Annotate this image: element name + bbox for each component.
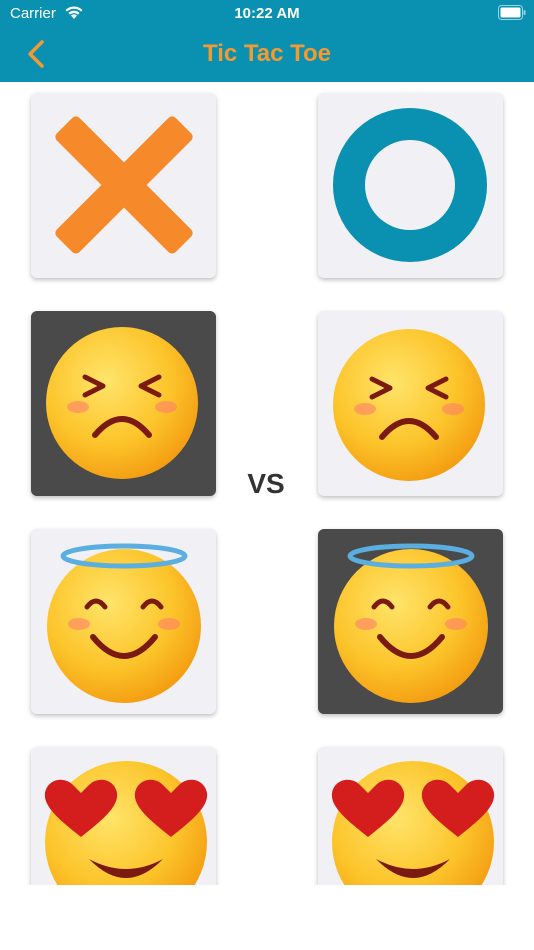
vs-label: VS — [247, 468, 285, 499]
player2-option-sad[interactable] — [318, 311, 503, 496]
angel-smile-emoji-icon — [47, 543, 201, 703]
status-bar: Carrier 10:22 AM — [0, 0, 534, 28]
choice-grid: VS — [0, 82, 534, 885]
heart-eyes-emoji-icon — [44, 761, 208, 885]
screen: Carrier 10:22 AM Tic Tac Toe VS — [0, 0, 534, 950]
player1-option-angel[interactable] — [31, 529, 216, 714]
player2-option-heart-eyes[interactable] — [318, 747, 503, 885]
heart-eyes-emoji-icon — [331, 761, 495, 885]
page-title: Tic Tac Toe — [202, 40, 332, 67]
nav-bar: Tic Tac Toe — [0, 30, 534, 80]
player1-option-sad[interactable] — [31, 311, 216, 496]
angel-smile-emoji-icon — [334, 543, 488, 703]
player1-option-heart-eyes[interactable] — [31, 747, 216, 885]
x-mark-icon — [55, 116, 193, 254]
o-mark-icon — [333, 108, 487, 262]
header: Carrier 10:22 AM Tic Tac Toe — [0, 0, 534, 82]
player2-option-angel[interactable] — [318, 529, 503, 714]
player2-option-o[interactable] — [318, 93, 503, 278]
clock: 10:22 AM — [234, 5, 300, 22]
player1-option-x[interactable] — [31, 93, 216, 278]
battery-icon — [498, 5, 526, 20]
squinting-sad-emoji-icon — [333, 329, 485, 481]
squinting-sad-emoji-icon — [46, 327, 198, 479]
bottom-area — [0, 885, 534, 950]
